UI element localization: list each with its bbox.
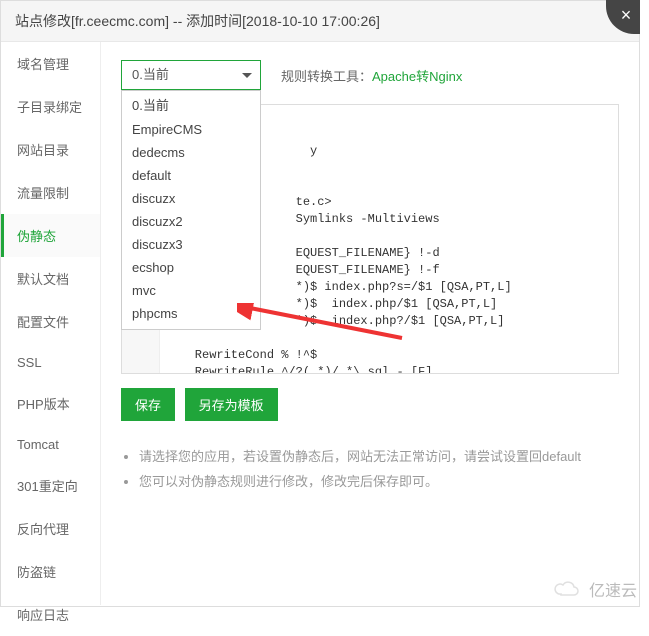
template-select[interactable]: 0.当前	[121, 60, 261, 90]
watermark: 亿速云	[551, 577, 637, 601]
sidebar-item-11[interactable]: 反向代理	[1, 507, 100, 550]
dropdown-option[interactable]: dedecms	[122, 141, 260, 164]
sidebar-item-9[interactable]: Tomcat	[1, 425, 100, 464]
sidebar-item-2[interactable]: 网站目录	[1, 128, 100, 171]
dropdown-option[interactable]: phpwind	[122, 325, 260, 330]
cloud-icon	[551, 579, 585, 599]
sidebar: 域名管理子目录绑定网站目录流量限制伪静态默认文档配置文件SSLPHP版本Tomc…	[1, 42, 101, 605]
sidebar-item-3[interactable]: 流量限制	[1, 171, 100, 214]
dropdown-option[interactable]: mvc	[122, 279, 260, 302]
sidebar-item-10[interactable]: 301重定向	[1, 464, 100, 507]
dropdown-option[interactable]: discuzx3	[122, 233, 260, 256]
sidebar-item-0[interactable]: 域名管理	[1, 42, 100, 85]
rule-convert-label: 规则转换工具：	[281, 69, 372, 84]
sidebar-item-7[interactable]: SSL	[1, 343, 100, 382]
rule-convert-link[interactable]: Apache转Nginx	[372, 69, 462, 84]
dropdown-option[interactable]: discuzx	[122, 187, 260, 210]
tips-list: 请选择您的应用，若设置伪静态后，网站无法正常访问，请尝试设置回default您可…	[121, 443, 619, 493]
dropdown-option[interactable]: ecshop	[122, 256, 260, 279]
sidebar-item-4[interactable]: 伪静态	[1, 214, 100, 257]
dropdown-option[interactable]: phpcms	[122, 302, 260, 325]
close-button[interactable]: ×	[606, 0, 640, 34]
save-button[interactable]: 保存	[121, 388, 175, 421]
sidebar-item-1[interactable]: 子目录绑定	[1, 85, 100, 128]
dropdown-option[interactable]: discuzx2	[122, 210, 260, 233]
main-panel: 0.当前 0.当前EmpireCMSdedecmsdefaultdiscuzxd…	[101, 42, 639, 605]
sidebar-item-6[interactable]: 配置文件	[1, 300, 100, 343]
sidebar-item-8[interactable]: PHP版本	[1, 382, 100, 425]
tip-item: 您可以对伪静态规则进行修改，修改完后保存即可。	[139, 468, 619, 493]
sidebar-item-5[interactable]: 默认文档	[1, 257, 100, 300]
template-select-value: 0.当前	[132, 67, 169, 82]
dropdown-option[interactable]: 0.当前	[122, 91, 260, 118]
dropdown-option[interactable]: EmpireCMS	[122, 118, 260, 141]
template-dropdown[interactable]: 0.当前EmpireCMSdedecmsdefaultdiscuzxdiscuz…	[121, 90, 261, 330]
save-as-template-button[interactable]: 另存为模板	[185, 388, 278, 421]
tip-item: 请选择您的应用，若设置伪静态后，网站无法正常访问，请尝试设置回default	[139, 443, 619, 468]
modal-header: 站点修改[fr.ceecmc.com] -- 添加时间[2018-10-10 1…	[1, 1, 639, 42]
sidebar-item-13[interactable]: 响应日志	[1, 593, 100, 636]
modal-title: 站点修改[fr.ceecmc.com] -- 添加时间[2018-10-10 1…	[15, 13, 380, 29]
dropdown-option[interactable]: default	[122, 164, 260, 187]
sidebar-item-12[interactable]: 防盗链	[1, 550, 100, 593]
